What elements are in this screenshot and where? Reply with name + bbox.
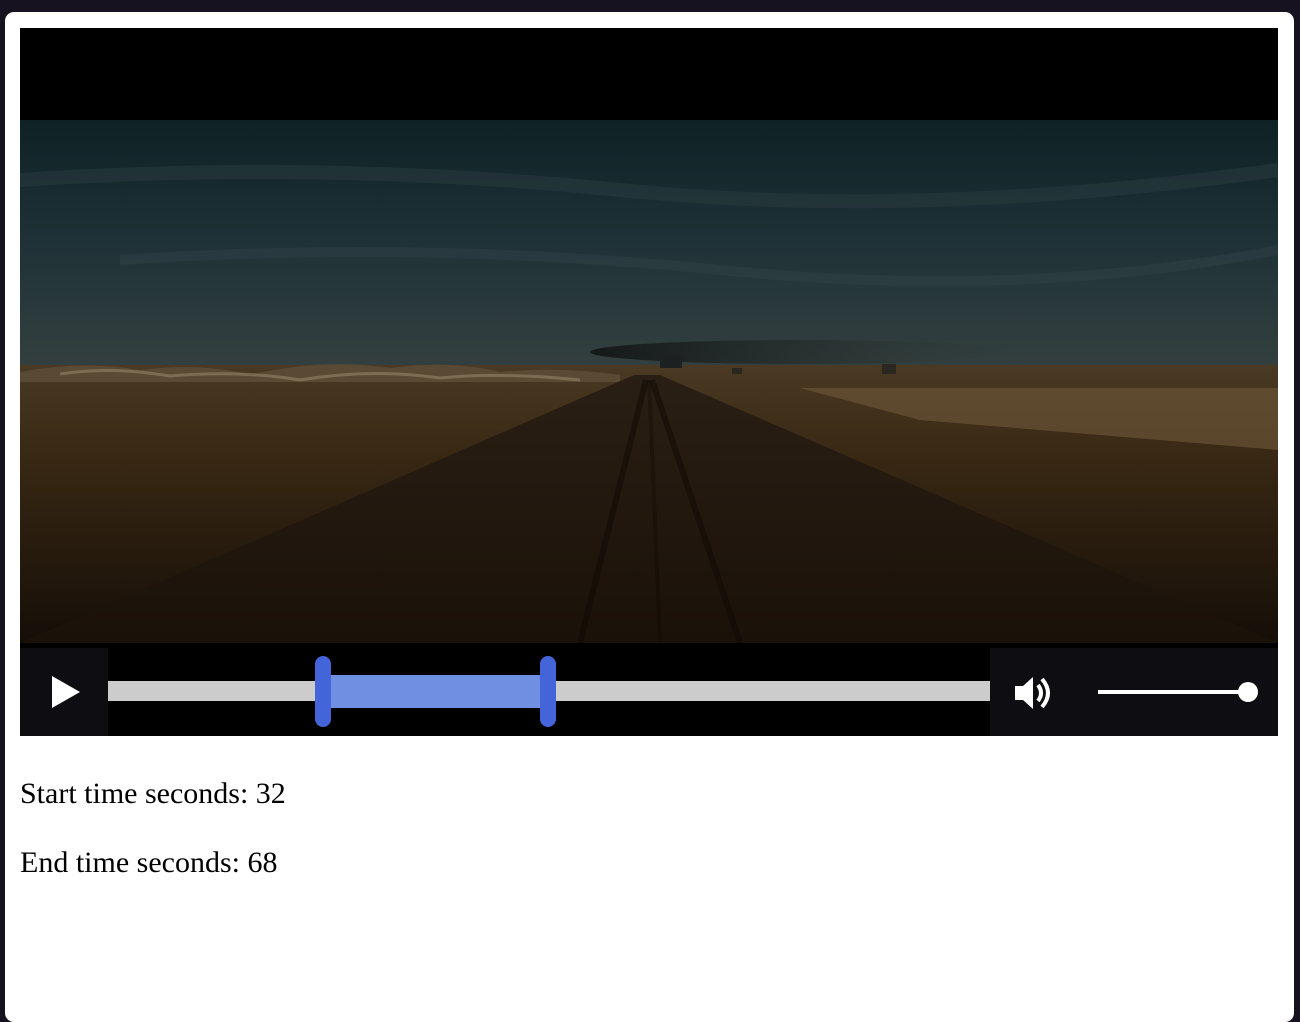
video-player xyxy=(20,28,1278,736)
start-time-label: Start time seconds: xyxy=(20,777,249,810)
volume-track[interactable] xyxy=(1098,690,1248,694)
play-button[interactable] xyxy=(20,648,108,736)
start-time-value: 32 xyxy=(255,777,286,810)
volume-knob[interactable] xyxy=(1238,682,1258,702)
volume-slider[interactable] xyxy=(1098,682,1258,702)
speaker-icon xyxy=(1015,677,1050,709)
mute-button[interactable] xyxy=(1012,673,1054,713)
selected-range[interactable] xyxy=(323,675,549,708)
page-card: Start time seconds: 32 End time seconds:… xyxy=(5,12,1294,1022)
play-icon xyxy=(52,676,80,708)
trim-timeline[interactable] xyxy=(108,648,990,736)
volume-controls xyxy=(990,648,1278,736)
start-time-text: Start time seconds: 32 xyxy=(20,776,286,812)
video-scene-image xyxy=(20,120,1278,643)
end-time-text: End time seconds: 68 xyxy=(20,845,277,881)
end-trim-handle[interactable] xyxy=(540,656,557,727)
end-time-label: End time seconds: xyxy=(20,846,240,879)
end-time-value: 68 xyxy=(247,846,278,879)
control-bar xyxy=(20,648,1278,736)
start-trim-handle[interactable] xyxy=(315,656,332,727)
video-frame[interactable] xyxy=(20,120,1278,643)
